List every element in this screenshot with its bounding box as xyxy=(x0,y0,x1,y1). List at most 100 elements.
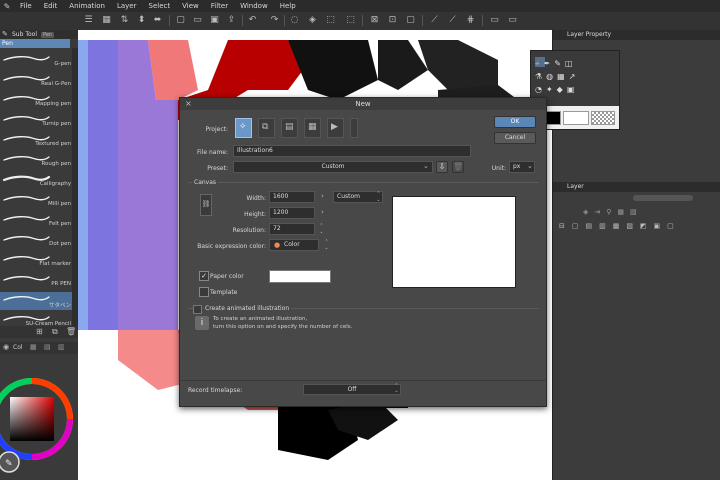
hamburger-menu-icon[interactable]: ☰ xyxy=(82,14,95,27)
cancel-button[interactable]: Cancel xyxy=(494,132,536,144)
sub-tool-tag: Pen xyxy=(40,31,55,38)
new-file-icon[interactable]: ▢ xyxy=(174,14,187,27)
preset-select[interactable]: Custom xyxy=(233,161,433,173)
clear-icon[interactable]: ◌ xyxy=(288,14,301,27)
sub-color-swatch[interactable] xyxy=(563,111,589,125)
layer-property-tab[interactable]: Layer Property xyxy=(553,30,720,40)
project-print-button[interactable]: ▦ xyxy=(304,118,321,138)
new-file-dialog: New × Project: ✧ ⧉ ▤ ▦ ▶ OK Cancel File … xyxy=(179,97,547,407)
switch-icon[interactable]: ⇅ xyxy=(118,14,131,27)
trash-icon[interactable]: 🗑 xyxy=(66,327,76,336)
project-comic-button[interactable]: ▤ xyxy=(281,118,298,138)
brush-item[interactable]: Real G-Pen xyxy=(0,72,72,90)
menu-window[interactable]: Window xyxy=(234,0,274,12)
timelapse-select[interactable]: Off xyxy=(303,384,401,395)
size-preset-value: Custom xyxy=(337,193,360,200)
layer-tools-icons[interactable]: ⊟▢▤▥▦▧◩▣▢ xyxy=(559,222,717,234)
file-name-input[interactable]: Illustration6 xyxy=(233,145,471,157)
command-bar: ☰ ▦ ⇅ ⬍ ⬌ ▢ ▭ ▣ ⇪ ↶ ↷ ◌ ◈ ⬚ ⬚ ⊠ ⊡ ▢ ⟋ ⟋ … xyxy=(0,12,720,31)
brush-item-label: PR PEN xyxy=(51,281,71,287)
save-icon[interactable]: ▣ xyxy=(208,14,221,27)
brush-item[interactable]: Milli pen xyxy=(0,192,72,210)
fill-icon[interactable]: ◈ xyxy=(306,14,319,27)
deselect-icon[interactable]: ⊠ xyxy=(368,14,381,27)
snap-ruler-icon[interactable]: ⟋ xyxy=(428,14,441,27)
project-illustration-button[interactable]: ✧ xyxy=(235,118,252,138)
brush-item[interactable]: Textured pen xyxy=(0,132,72,150)
width-input[interactable]: 1600 xyxy=(269,191,315,203)
menu-select[interactable]: Select xyxy=(143,0,177,12)
sub-tool-group-tab[interactable]: Pen xyxy=(0,39,70,48)
menu-file[interactable]: File xyxy=(14,0,38,12)
unit-value: px xyxy=(513,163,521,170)
app-logo-icon[interactable]: ✎ xyxy=(0,0,14,12)
project-animation-button[interactable]: ▶ xyxy=(327,118,344,138)
stepper-icon[interactable]: ⌃ ⌄ xyxy=(323,239,330,251)
color-wheel[interactable]: ✎ xyxy=(0,375,78,480)
brush-item[interactable]: Mapping pen xyxy=(0,92,72,110)
expand-icon[interactable]: ⬍ xyxy=(135,14,148,27)
delete-preset-icon[interactable]: 🗑 xyxy=(452,161,464,173)
export-icon[interactable]: ⇪ xyxy=(225,14,238,27)
snap-grid-icon[interactable]: ⋕ xyxy=(464,14,477,27)
menu-layer[interactable]: Layer xyxy=(111,0,143,12)
project-more-button[interactable] xyxy=(350,118,358,138)
color-slot2-icon[interactable]: ▭ xyxy=(506,14,519,27)
close-icon[interactable]: × xyxy=(185,98,195,110)
ok-button[interactable]: OK xyxy=(494,116,536,128)
invert-selection-icon[interactable]: ⊡ xyxy=(386,14,399,27)
resolution-input[interactable]: 72 xyxy=(269,223,315,235)
layer-options-icons[interactable]: ◈⇥⚲▦▧ xyxy=(583,208,703,218)
tool-icons-grid[interactable]: ⌖✒✎◫ ⚗◍▦↗ ◔✦◆▣ xyxy=(535,57,615,102)
transparent-color-swatch[interactable] xyxy=(591,111,615,125)
collapse-icon[interactable]: ⬌ xyxy=(151,14,164,27)
color-wheel-icon[interactable]: ◉ xyxy=(3,343,9,351)
stepper-icon[interactable]: ⌃ ⌄ xyxy=(375,191,382,203)
select-all-icon[interactable]: ▢ xyxy=(404,14,417,27)
brush-item[interactable]: Calligraphy xyxy=(0,172,72,190)
stepper-icon[interactable]: ⌃ ⌄ xyxy=(393,384,400,395)
menu-edit[interactable]: Edit xyxy=(38,0,64,12)
brush-item[interactable]: Flat marker xyxy=(0,252,72,270)
height-input[interactable]: 1200 xyxy=(269,207,315,219)
color-panel-header: ◉ Col ▦ ▤ ▥ xyxy=(0,342,78,354)
animated-illustration-checkbox[interactable] xyxy=(193,305,202,314)
color-history-icon[interactable]: ▥ xyxy=(58,343,65,351)
brush-item[interactable]: サタペン xyxy=(0,292,72,310)
brush-item[interactable]: Turnip pen xyxy=(0,112,72,130)
brush-item[interactable]: Felt pen xyxy=(0,212,72,230)
layer-property-label: Layer Property xyxy=(567,31,612,38)
open-folder-icon[interactable]: ▭ xyxy=(191,14,204,27)
brush-item[interactable]: G-pen xyxy=(0,52,72,70)
add-icon[interactable]: ⊞ xyxy=(36,327,43,336)
chevron-right-icon[interactable]: › xyxy=(321,192,324,200)
undo-icon[interactable]: ↶ xyxy=(246,14,259,27)
snap-special-icon[interactable]: ⟋ xyxy=(446,14,459,27)
chevron-right-icon[interactable]: › xyxy=(321,208,324,216)
paper-color-swatch[interactable] xyxy=(269,270,331,283)
paper-color-checkbox[interactable]: ✓ xyxy=(199,271,209,281)
brush-item[interactable]: Dot pen xyxy=(0,232,72,250)
brush-item-label: サタペン xyxy=(48,303,71,309)
menu-bar: ✎ File Edit Animation Layer Select View … xyxy=(0,0,720,12)
menu-help[interactable]: Help xyxy=(274,0,302,12)
copy-icon[interactable]: ⧉ xyxy=(52,327,58,337)
save-preset-icon[interactable]: ⇩ xyxy=(436,161,448,173)
redo-icon[interactable]: ↷ xyxy=(268,14,281,27)
brush-item[interactable]: PR PEN xyxy=(0,272,72,290)
color-slot-icon[interactable]: ▭ xyxy=(488,14,501,27)
menu-animation[interactable]: Animation xyxy=(63,0,111,12)
transform-icon[interactable]: ⬚ xyxy=(324,14,337,27)
layout-icon[interactable]: ▦ xyxy=(100,14,113,27)
template-checkbox[interactable] xyxy=(199,287,209,297)
menu-view[interactable]: View xyxy=(176,0,205,12)
color-set-icon[interactable]: ▦ xyxy=(30,343,37,351)
project-webtoon-button[interactable]: ⧉ xyxy=(258,118,275,138)
stepper-icon[interactable]: ⌃ ⌄ xyxy=(318,223,325,235)
basic-color-select[interactable]: ● Color xyxy=(269,239,319,251)
color-slider-icon[interactable]: ▤ xyxy=(44,343,51,351)
brush-item[interactable]: Rough pen xyxy=(0,152,72,170)
menu-filter[interactable]: Filter xyxy=(205,0,234,12)
opacity-slider[interactable] xyxy=(633,195,693,201)
scale-icon[interactable]: ⬚ xyxy=(344,14,357,27)
